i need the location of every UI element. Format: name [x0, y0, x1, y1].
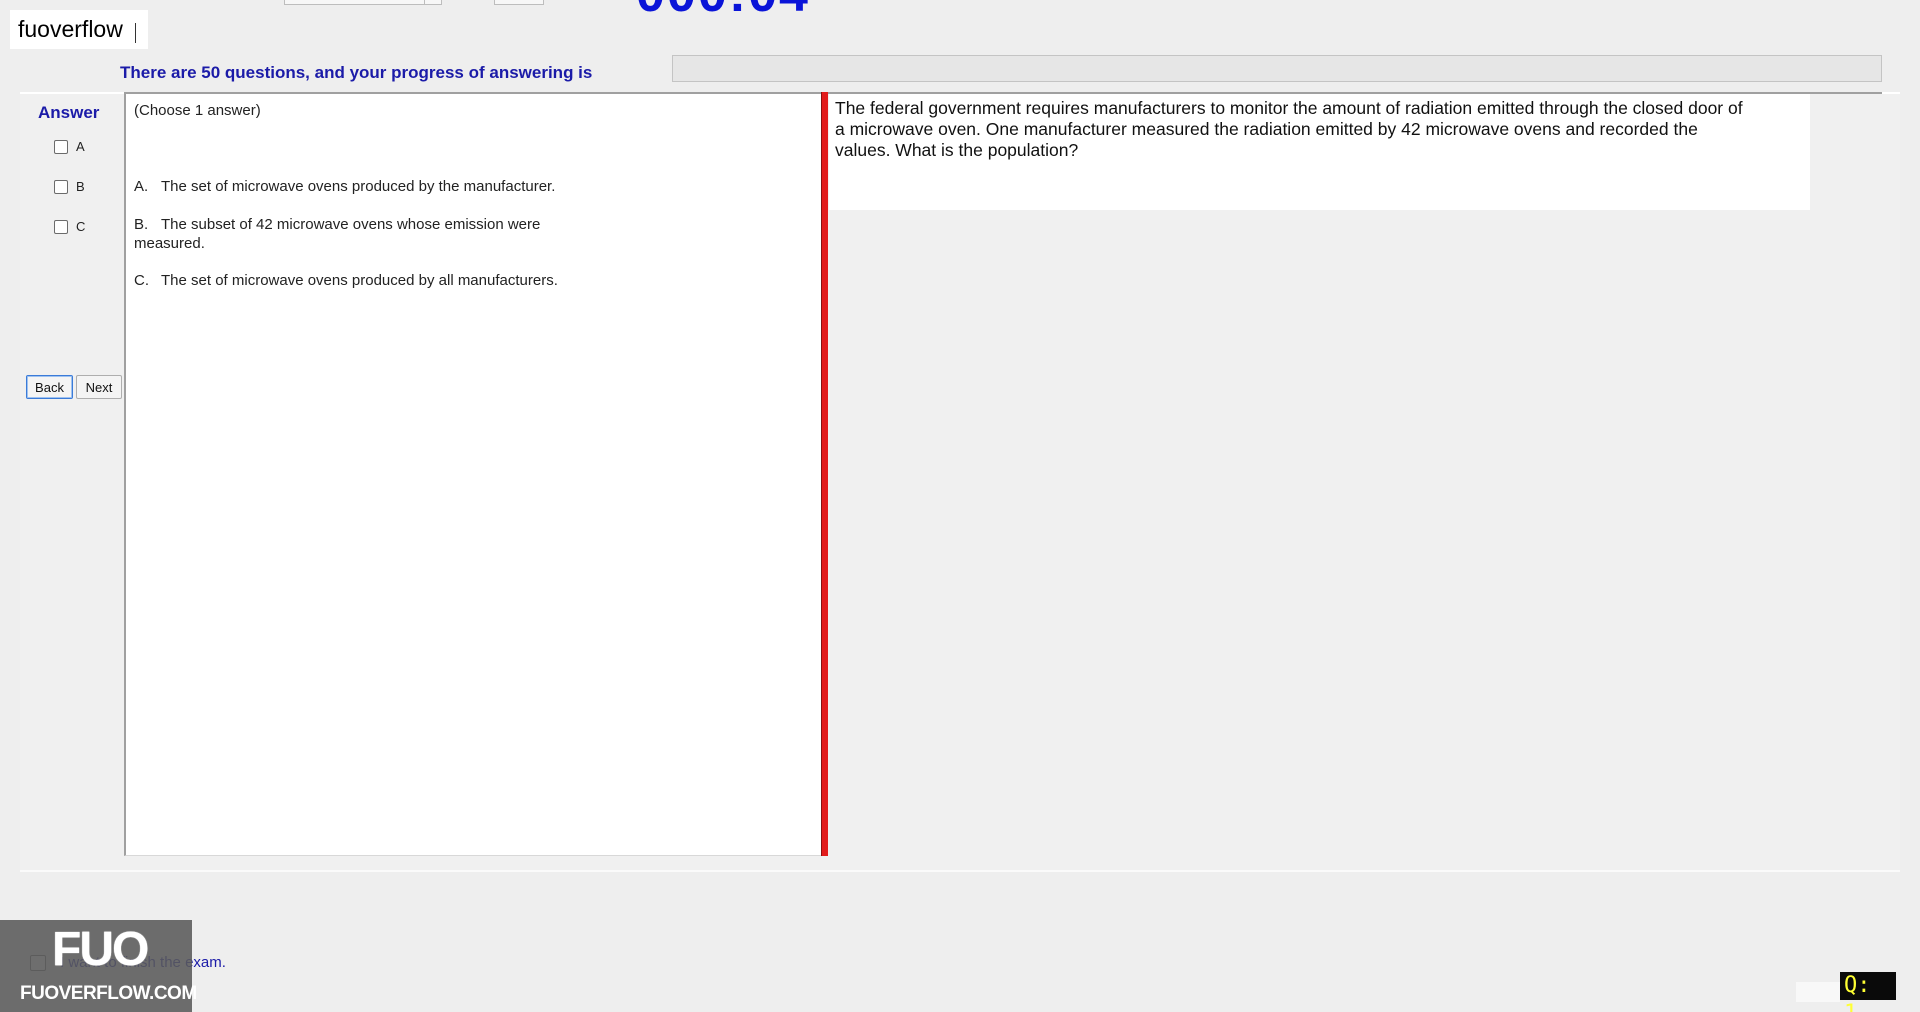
dropdown-arrow[interactable]	[424, 0, 441, 4]
watermark-site: FUOVERFLOW.COM	[20, 983, 197, 1004]
watermark-logo: FUO	[52, 923, 149, 976]
choose-hint: (Choose 1 answer)	[134, 102, 261, 119]
text-caret	[134, 23, 136, 43]
progress-bar	[672, 55, 1882, 82]
choice-a: A. The set of microwave ovens produced by…	[134, 177, 604, 196]
exam-timer: 000:04	[636, 0, 810, 20]
question-counter: Q: 1	[1840, 972, 1896, 1012]
app-title: fuoverflow	[10, 10, 148, 49]
answer-option-a[interactable]: A	[54, 139, 85, 154]
top-small-field[interactable]	[494, 0, 544, 5]
answer-checkbox-a[interactable]	[54, 139, 68, 154]
answer-option-b[interactable]: B	[54, 179, 85, 194]
choice-letter: C.	[134, 272, 149, 289]
progress-label: There are 50 questions, and your progres…	[120, 63, 593, 82]
choice-b: B. The subset of 42 microwave ovens whose…	[134, 215, 594, 253]
choice-text: The subset of 42 microwave ovens whose e…	[134, 216, 541, 252]
answer-option-label: A	[76, 139, 85, 154]
top-dropdown[interactable]	[284, 0, 442, 5]
panel-splitter[interactable]	[821, 92, 828, 856]
answer-option-c[interactable]: C	[54, 219, 85, 234]
answer-heading: Answer	[38, 103, 100, 122]
choice-letter: B.	[134, 216, 149, 233]
answer-checkbox-b[interactable]	[54, 179, 68, 194]
answer-option-label: B	[76, 179, 85, 194]
watermark: FUO FUOVERFLOW.COM	[0, 920, 197, 1012]
back-button[interactable]: Back	[26, 375, 73, 399]
counter-backdrop	[1796, 982, 1840, 1002]
choice-text: The set of microwave ovens produced by a…	[161, 272, 558, 289]
app-title-text: fuoverflow	[18, 16, 123, 42]
choice-c: C. The set of microwave ovens produced by…	[134, 271, 604, 290]
choice-text: The set of microwave ovens produced by t…	[161, 178, 556, 195]
next-button[interactable]: Next	[76, 375, 122, 399]
choice-letter: A.	[134, 178, 149, 195]
question-text: The federal government requires manufact…	[835, 98, 1743, 160]
options-panel	[124, 92, 824, 856]
answer-checkbox-c[interactable]	[54, 219, 68, 234]
answer-option-label: C	[76, 219, 86, 234]
